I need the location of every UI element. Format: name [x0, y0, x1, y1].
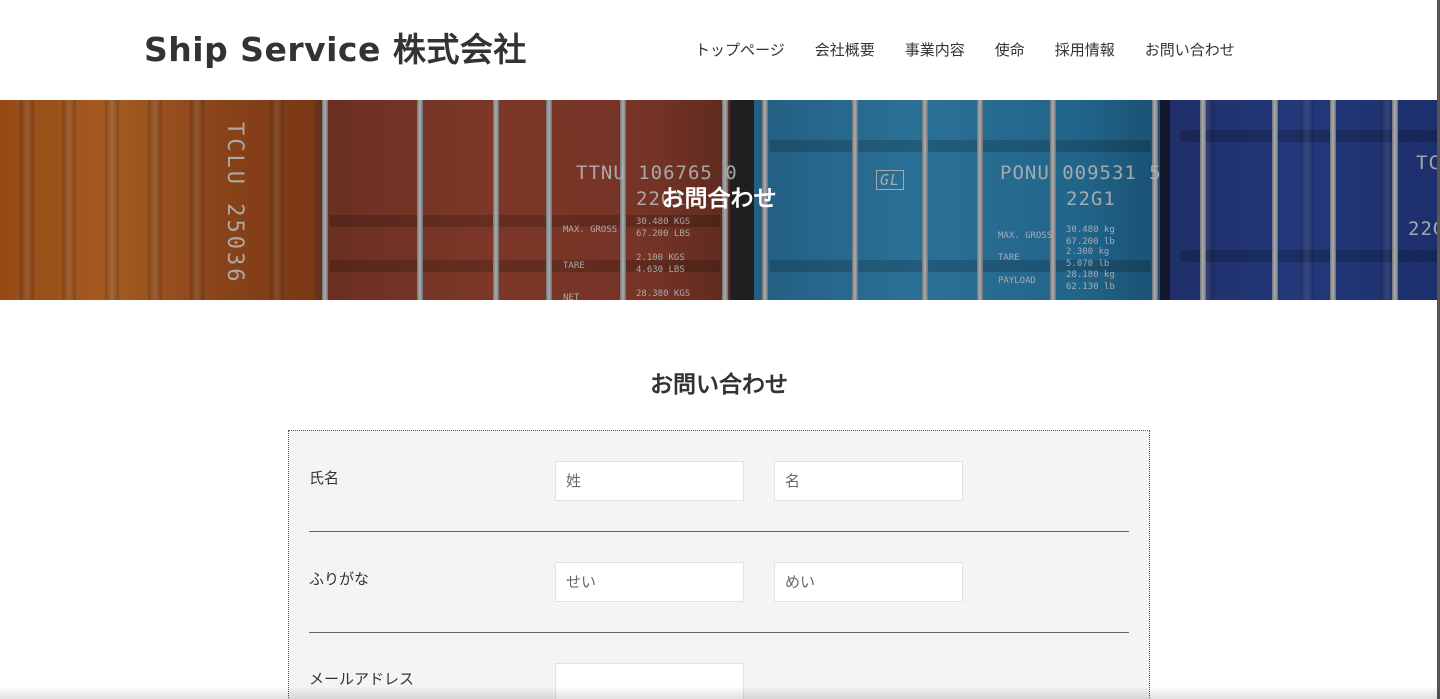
form-divider: [309, 632, 1129, 633]
last-name-kana-input[interactable]: [555, 562, 744, 602]
contact-form: 氏名 ふりがな メールアドレス: [288, 430, 1150, 699]
name-label: 氏名: [309, 469, 340, 487]
nav-item-top[interactable]: トップページ: [680, 38, 800, 62]
nav-item-mission[interactable]: 使命: [980, 38, 1040, 62]
site-logo[interactable]: Ship Service 株式会社: [144, 30, 527, 70]
nav-item-contact[interactable]: お問い合わせ: [1130, 38, 1250, 62]
page: Ship Service 株式会社 トップページ 会社概要 事業内容 使命 採用…: [0, 0, 1440, 699]
last-name-input[interactable]: [555, 461, 744, 501]
form-row-furigana: ふりがな: [309, 562, 1129, 602]
hero-banner: TCLU 25036 TTNU 106765 0 22G1 MAX. GROSS…: [0, 100, 1438, 300]
hero-title: お問合わせ: [661, 186, 777, 212]
nav-item-business[interactable]: 事業内容: [890, 38, 980, 62]
first-name-kana-input[interactable]: [774, 562, 963, 602]
nav-item-recruit[interactable]: 採用情報: [1040, 38, 1130, 62]
section-title: お問い合わせ: [650, 372, 788, 398]
first-name-input[interactable]: [774, 461, 963, 501]
site-header: Ship Service 株式会社 トップページ 会社概要 事業内容 使命 採用…: [0, 0, 1438, 100]
nav-item-company[interactable]: 会社概要: [800, 38, 890, 62]
global-nav: トップページ 会社概要 事業内容 使命 採用情報 お問い合わせ: [680, 38, 1250, 62]
form-divider: [309, 531, 1129, 532]
window-bottom-shadow: [0, 686, 1440, 699]
form-row-name: 氏名: [309, 461, 1129, 501]
furigana-label: ふりがな: [309, 570, 370, 588]
